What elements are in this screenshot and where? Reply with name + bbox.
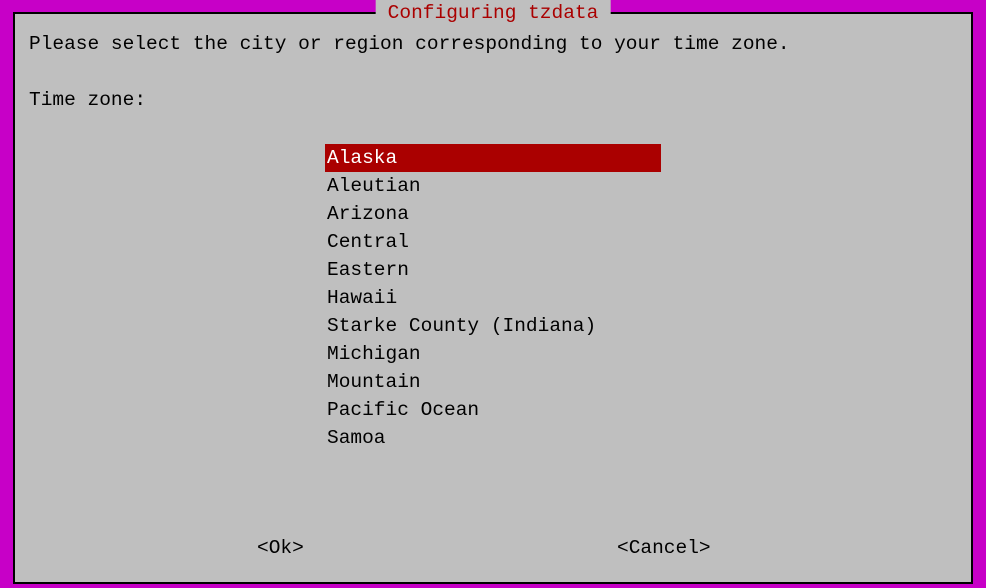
list-item[interactable]: Hawaii (325, 284, 661, 312)
prompt-text: Please select the city or region corresp… (29, 30, 957, 58)
list-item[interactable]: Aleutian (325, 172, 661, 200)
dialog-title: Configuring tzdata (376, 0, 611, 27)
list-item[interactable]: Eastern (325, 256, 661, 284)
list-item[interactable]: Michigan (325, 340, 661, 368)
field-label: Time zone: (29, 86, 957, 114)
list-item[interactable]: Samoa (325, 424, 661, 452)
list-item[interactable]: Arizona (325, 200, 661, 228)
list-item[interactable]: Starke County (Indiana) (325, 312, 661, 340)
cancel-button[interactable]: <Cancel> (617, 534, 711, 562)
list-item[interactable]: Central (325, 228, 661, 256)
list-item[interactable]: Mountain (325, 368, 661, 396)
dialog-content: Please select the city or region corresp… (29, 30, 957, 568)
list-item[interactable]: Alaska (325, 144, 661, 172)
timezone-list[interactable]: Alaska Aleutian Arizona Central Eastern … (325, 144, 661, 452)
list-item[interactable]: Pacific Ocean (325, 396, 661, 424)
ok-button[interactable]: <Ok> (257, 534, 304, 562)
tzdata-dialog: Configuring tzdata Please select the cit… (13, 12, 973, 584)
